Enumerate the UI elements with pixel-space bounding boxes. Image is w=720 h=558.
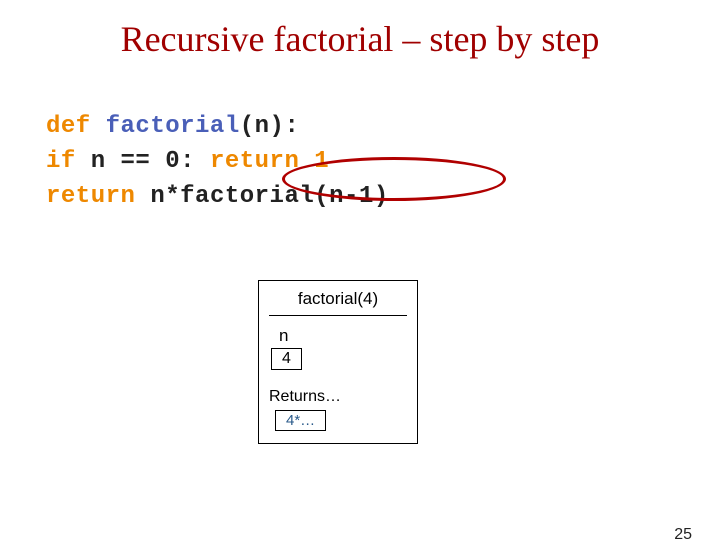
frame-title: factorial(4) [269,289,407,316]
code-snippet: def factorial(n): if n == 0: return 1 re… [46,110,389,214]
condition: n == 0: [91,148,210,175]
expr: n*factorial(n-1) [150,183,388,210]
keyword-def: def [46,113,106,140]
code-line-3: return n*factorial(n-1) [46,180,389,215]
keyword-return1: return 1 [210,148,329,175]
code-line-2: if n == 0: return 1 [46,145,389,180]
frame-var-value: 4 [271,348,302,370]
page-number: 25 [674,526,692,544]
func-name: factorial [106,113,240,140]
call-frame: factorial(4) n 4 Returns… 4*… [258,280,418,444]
frame-returns-label: Returns… [269,388,407,406]
frame-returns-value: 4*… [275,410,326,431]
params: (n): [240,113,300,140]
keyword-return2: return [46,183,150,210]
slide-title: Recursive factorial – step by step [0,18,720,60]
frame-var-label: n [279,326,407,346]
code-line-1: def factorial(n): [46,110,389,145]
keyword-if: if [46,148,91,175]
